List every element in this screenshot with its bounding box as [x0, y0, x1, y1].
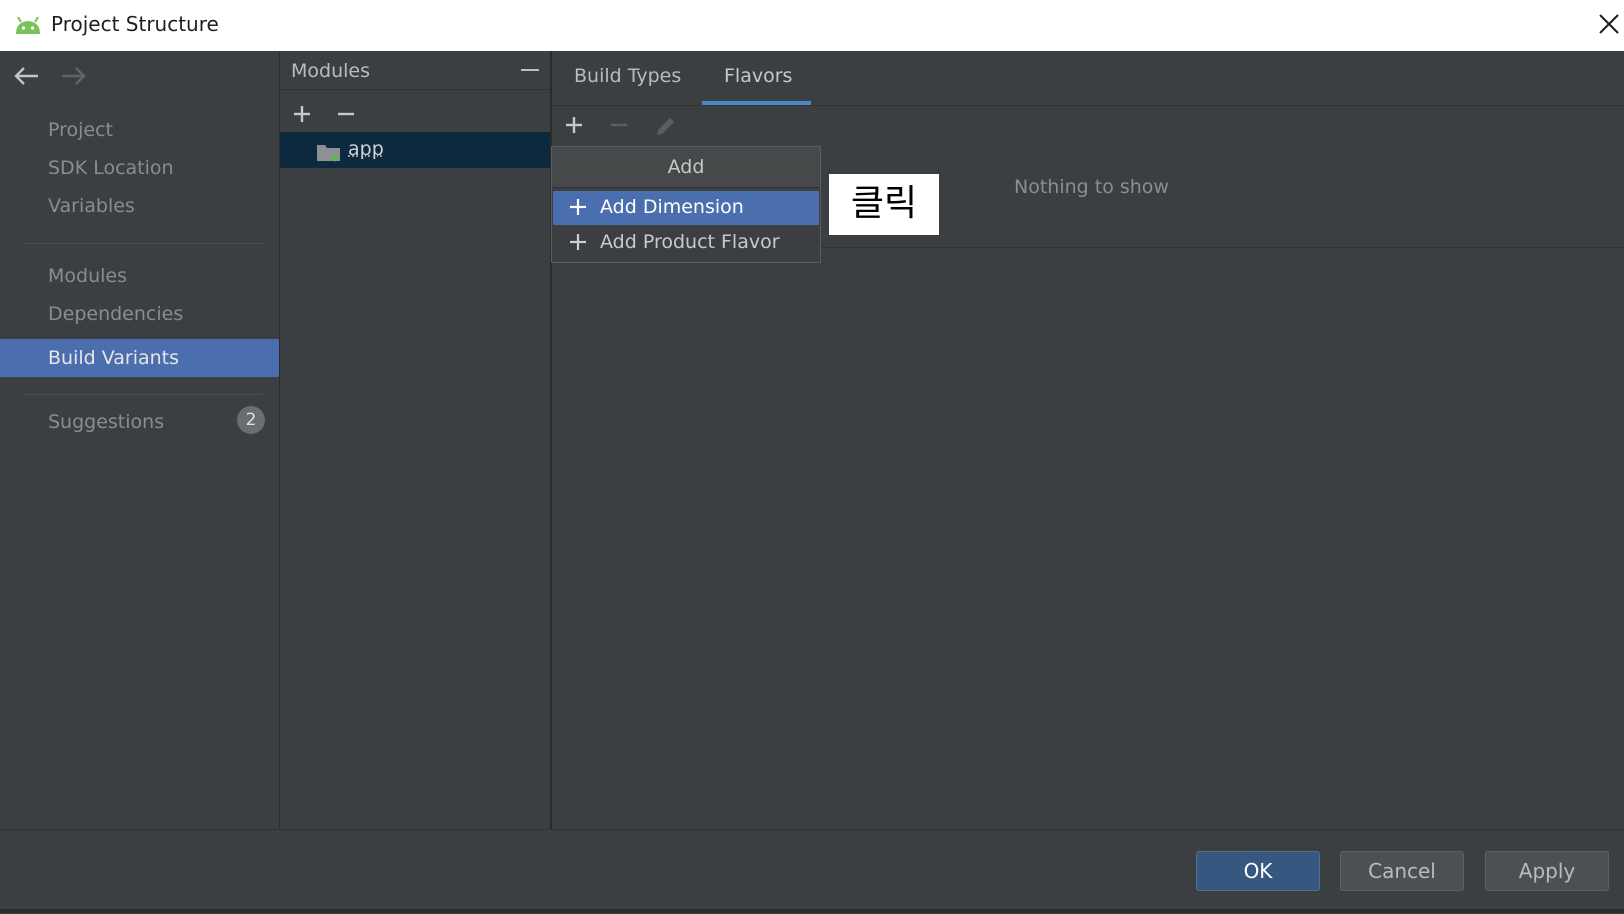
click-annotation-callout: 클릭: [829, 174, 939, 235]
popup-title: Add: [552, 147, 820, 188]
menu-item-label: Add Product Flavor: [600, 231, 780, 253]
menu-item-label: Add Dimension: [600, 196, 744, 218]
sidebar-item-label: Dependencies: [48, 303, 183, 325]
ok-button[interactable]: OK: [1196, 851, 1320, 891]
suggestions-count-badge: 2: [237, 406, 265, 434]
module-label: app: [348, 138, 384, 160]
active-tab-indicator: [702, 101, 811, 105]
sidebar-item-label: Modules: [48, 265, 127, 287]
sidebar-item-label: Build Variants: [48, 347, 179, 369]
android-icon: [14, 14, 42, 40]
dialog-footer: OK Cancel Apply: [0, 829, 1624, 914]
window-title: Project Structure: [51, 12, 219, 36]
modules-panel: Modules app: [280, 51, 550, 829]
add-module-plus-icon[interactable]: [292, 104, 312, 128]
plus-icon: [569, 198, 587, 221]
sidebar-item-project[interactable]: Project: [0, 111, 279, 149]
plus-icon: [569, 233, 587, 256]
add-plus-icon[interactable]: [564, 115, 584, 139]
sidebar-item-dependencies[interactable]: Dependencies: [0, 295, 279, 333]
forward-arrow-icon[interactable]: [59, 64, 87, 92]
back-arrow-icon[interactable]: [13, 64, 41, 92]
project-structure-dialog: Project Structure Project SDK Location V…: [0, 0, 1624, 913]
sidebar-item-build-variants[interactable]: Build Variants: [0, 339, 279, 377]
tab-build-types[interactable]: Build Types: [574, 65, 681, 87]
folder-icon: [316, 141, 342, 167]
close-icon[interactable]: [1597, 12, 1621, 40]
apply-button[interactable]: Apply: [1485, 851, 1609, 891]
sidebar-item-suggestions[interactable]: Suggestions 2: [0, 403, 279, 441]
title-bar: Project Structure: [0, 0, 1624, 52]
collapse-minus-icon[interactable]: [521, 69, 539, 71]
modules-header: Modules: [280, 51, 550, 90]
modules-title: Modules: [291, 60, 370, 82]
remove-module-minus-icon[interactable]: [336, 104, 356, 128]
sidebar-item-variables[interactable]: Variables: [0, 187, 279, 225]
tab-flavors[interactable]: Flavors: [724, 65, 792, 87]
tab-bar: Build Types Flavors: [552, 51, 1624, 106]
sidebar-item-label: Suggestions: [48, 411, 164, 433]
cancel-button[interactable]: Cancel: [1340, 851, 1464, 891]
menu-item-add-dimension[interactable]: Add Dimension: [553, 191, 819, 225]
sidebar-divider: [22, 394, 262, 395]
sidebar-item-sdk-location[interactable]: SDK Location: [0, 149, 279, 187]
sidebar: Project SDK Location Variables Modules D…: [0, 51, 279, 829]
sidebar-item-label: Variables: [48, 195, 135, 217]
sidebar-item-modules[interactable]: Modules: [0, 257, 279, 295]
add-popup-menu: Add Add Dimension Add Product Flavor: [551, 146, 821, 263]
window-bottom-edge: [0, 909, 1624, 913]
sidebar-item-label: Project: [48, 119, 113, 141]
remove-minus-icon[interactable]: [609, 115, 629, 139]
menu-item-add-product-flavor[interactable]: Add Product Flavor: [553, 226, 819, 260]
edit-pencil-icon[interactable]: [653, 115, 677, 143]
empty-state-text: Nothing to show: [1014, 176, 1169, 198]
sidebar-item-label: SDK Location: [48, 157, 174, 179]
sidebar-divider: [22, 243, 262, 244]
module-item-app[interactable]: app: [280, 132, 550, 168]
